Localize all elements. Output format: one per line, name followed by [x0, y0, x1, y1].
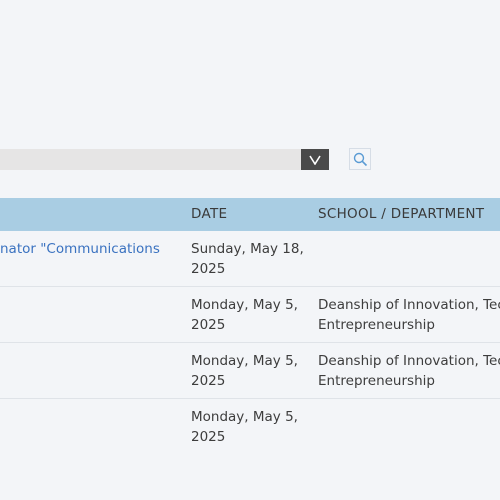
date-line: Sunday, May 18, — [191, 241, 304, 257]
column-header-school[interactable]: SCHOOL / DEPARTMENT — [318, 198, 484, 231]
search-icon — [353, 152, 367, 166]
page: DATE SCHOOL / DEPARTMENT nator "Communic… — [0, 0, 500, 500]
school-line: Deanship of Innovation, Tec — [318, 353, 500, 369]
date-line: Monday, May 5, — [191, 297, 298, 313]
table-header: DATE SCHOOL / DEPARTMENT — [0, 198, 500, 231]
date-year: 2025 — [191, 373, 226, 389]
event-date-cell: Monday, May 5, 2025 — [191, 295, 311, 335]
table-row: Monday, May 5, 2025 Deanship of Innovati… — [0, 343, 500, 399]
school-line: Deanship of Innovation, Tec — [318, 297, 500, 313]
search-button[interactable] — [349, 148, 371, 170]
table-row: nator "Communications Sunday, May 18, 20… — [0, 231, 500, 287]
date-year: 2025 — [191, 317, 226, 333]
date-year: 2025 — [191, 261, 226, 277]
dropdown-toggle-button[interactable] — [301, 149, 329, 170]
event-date-cell: Sunday, May 18, 2025 — [191, 239, 311, 279]
school-line: Entrepreneurship — [318, 373, 435, 389]
event-title-link[interactable]: nator "Communications — [0, 241, 160, 257]
table-row: Monday, May 5, 2025 Deanship of Innovati… — [0, 287, 500, 343]
events-table: DATE SCHOOL / DEPARTMENT nator "Communic… — [0, 198, 500, 454]
date-line: Monday, May 5, — [191, 353, 298, 369]
chevron-down-icon — [309, 155, 321, 165]
date-year: 2025 — [191, 429, 226, 445]
school-line: Entrepreneurship — [318, 317, 435, 333]
event-school-cell: Deanship of Innovation, Tec Entrepreneur… — [318, 351, 500, 391]
event-date-cell: Monday, May 5, 2025 — [191, 351, 311, 391]
event-date-cell: Monday, May 5, 2025 — [191, 407, 311, 447]
column-header-date[interactable]: DATE — [191, 198, 227, 231]
event-school-cell: Deanship of Innovation, Tec Entrepreneur… — [318, 295, 500, 335]
category-select[interactable] — [0, 149, 329, 170]
event-title-cell: nator "Communications — [0, 239, 178, 259]
table-row: Monday, May 5, 2025 — [0, 399, 500, 454]
date-line: Monday, May 5, — [191, 409, 298, 425]
